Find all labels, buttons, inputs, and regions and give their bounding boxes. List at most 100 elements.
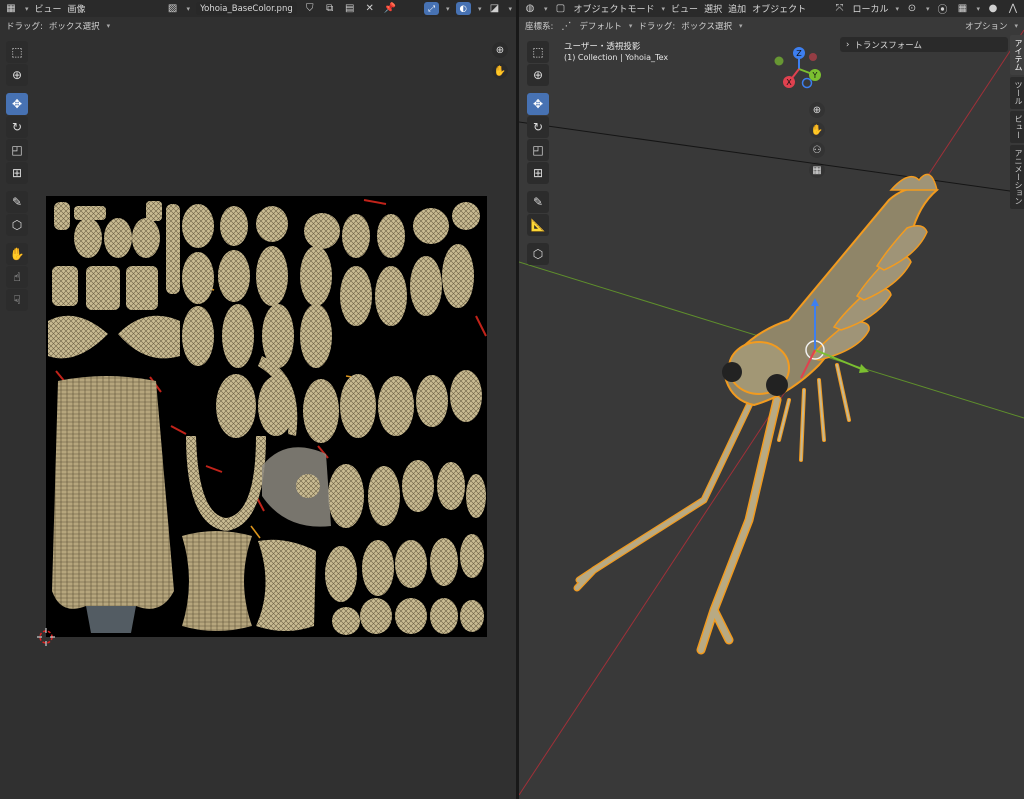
viewport-tool-settings: 座標系: ⋰ デフォルト ▾ ドラッグ: ボックス選択 ▾ オプション ▾: [519, 17, 1024, 35]
orientation-icon: ⋰: [561, 20, 572, 32]
chevron-down-icon: ▾: [661, 4, 666, 13]
scale-tool[interactable]: ◰: [6, 139, 28, 161]
2d-cursor-icon[interactable]: [37, 628, 55, 646]
gizmo-neg-x[interactable]: [809, 53, 817, 61]
grab-brush-tool[interactable]: ✋: [6, 243, 28, 265]
menu-view[interactable]: ビュー: [671, 2, 698, 15]
editor-type-icon[interactable]: ▦: [4, 2, 18, 15]
gizmo-toggle-button[interactable]: ⤢: [424, 2, 440, 15]
tab-animation[interactable]: アニメーション: [1010, 145, 1024, 209]
annotate-tool[interactable]: ✎: [6, 191, 28, 213]
menu-select[interactable]: 選択: [704, 2, 722, 15]
select-box-tool[interactable]: ⬚: [6, 41, 28, 63]
transform-tool[interactable]: ⊞: [527, 162, 549, 184]
transform-tool[interactable]: ⊞: [6, 162, 28, 184]
chevron-down-icon: ▾: [739, 22, 743, 30]
uv-texture-canvas[interactable]: [46, 196, 487, 637]
chevron-down-icon: ▾: [106, 22, 111, 30]
falloff-icon[interactable]: ⋀: [1006, 2, 1020, 15]
gizmo-neg-z[interactable]: [801, 77, 813, 89]
unlink-close-icon[interactable]: ✕: [363, 2, 377, 15]
move-tool[interactable]: ✥: [527, 93, 549, 115]
drag-mode-dropdown[interactable]: ボックス選択: [681, 20, 732, 32]
sidebar-tabs: アイテム ツール ビュー アニメーション: [1010, 35, 1024, 209]
image-browse-icon[interactable]: ▨: [166, 2, 180, 15]
move-tool[interactable]: ✥: [6, 93, 28, 115]
transform-panel-header[interactable]: › トランスフォーム: [840, 37, 1008, 52]
drag-label: ドラッグ:: [638, 22, 676, 32]
add-cube-tool[interactable]: ⬡: [527, 243, 549, 265]
coord-dropdown[interactable]: デフォルト: [579, 20, 622, 32]
gizmo-neg-y[interactable]: [774, 56, 784, 66]
snap-icon[interactable]: ⦿: [935, 2, 949, 16]
pan-hand-icon[interactable]: ✋: [809, 122, 825, 138]
transform-orientation-icon: ⤧: [835, 3, 844, 14]
viewport-header: ◍ ▾ ▢ オブジェクトモード ▾ ビュー 選択 追加 オブジェクト ⤧ ローカル ▾…: [519, 0, 1024, 17]
transform-orientation-dropdown[interactable]: ローカル: [852, 2, 888, 15]
proportional-editing-icon[interactable]: ●: [986, 2, 1000, 15]
coord-label: 座標系:: [525, 22, 554, 32]
new-image-icon[interactable]: ⧉: [323, 2, 337, 15]
editor-type-icon[interactable]: ◍: [523, 2, 537, 15]
uv-layout-image: [48, 199, 487, 635]
zoom-icon[interactable]: ⊕: [809, 102, 825, 118]
relax-brush-tool[interactable]: ☝: [6, 266, 28, 288]
image-editor-area[interactable]: ▦ ▾ ビュー 画像 ▨ ▾ Yohoia_BaseColor.png ⛉ ⧉ ▤ …: [0, 0, 516, 799]
mode-dropdown[interactable]: オブジェクトモード: [574, 2, 655, 15]
collection-info-text: (1) Collection | Yohoia_Tex: [564, 53, 669, 62]
chevron-down-icon: ▾: [508, 4, 512, 13]
gizmo-z-label: Z: [796, 49, 802, 58]
pinch-brush-tool[interactable]: ☟: [6, 289, 28, 311]
chevron-down-icon: ▾: [1014, 22, 1018, 30]
annotate-tool[interactable]: ✎: [527, 191, 549, 213]
pan-hand-icon[interactable]: ✋: [492, 63, 508, 79]
image-editor-tool-settings: ドラッグ: ボックス選択 ▾: [0, 17, 516, 35]
zoom-icon[interactable]: ⊕: [492, 42, 508, 58]
menu-object[interactable]: オブジェクト: [752, 2, 806, 15]
drag-mode-dropdown[interactable]: ボックス選択: [49, 20, 100, 32]
options-dropdown[interactable]: オプション: [965, 20, 1008, 32]
display-channels-icon[interactable]: ◪: [487, 2, 501, 15]
yohoia-model[interactable]: [573, 173, 940, 655]
select-box-tool[interactable]: ⬚: [527, 41, 549, 63]
tab-view[interactable]: ビュー: [1010, 111, 1024, 143]
menu-image[interactable]: 画像: [68, 2, 86, 15]
snap-target-icon[interactable]: ▦: [955, 2, 969, 15]
pin-icon[interactable]: 📌: [383, 2, 397, 15]
perspective-grid-icon[interactable]: ▦: [809, 162, 825, 178]
chevron-down-icon: ▾: [544, 4, 548, 13]
cursor-tool[interactable]: ⊕: [6, 64, 28, 86]
pivot-point-icon[interactable]: ⊙: [905, 2, 919, 15]
uv-toolbar: ⬚ ⊕ ✥ ↻ ◰ ⊞ ✎ ⬡ ✋ ☝ ☟: [6, 41, 30, 311]
rip-region-tool[interactable]: ⬡: [6, 214, 28, 236]
measure-tool[interactable]: 📐: [527, 214, 549, 236]
tab-tool[interactable]: ツール: [1010, 77, 1024, 109]
chevron-down-icon: ▾: [925, 4, 930, 13]
open-image-icon[interactable]: ▤: [343, 2, 357, 15]
navigation-gizmo[interactable]: Z Y X: [771, 45, 827, 93]
fake-user-shield-icon[interactable]: ⛉: [303, 2, 317, 15]
chevron-down-icon: ▾: [477, 4, 482, 13]
image-name-field[interactable]: Yohoia_BaseColor.png: [196, 2, 297, 15]
chevron-down-icon: ▾: [628, 22, 633, 30]
image-editor-header: ▦ ▾ ビュー 画像 ▨ ▾ Yohoia_BaseColor.png ⛉ ⧉ ▤ …: [0, 0, 516, 17]
object-mode-icon: ▢: [555, 3, 566, 14]
chevron-down-icon: ▾: [895, 4, 899, 13]
overlay-toggle-button[interactable]: ◐: [455, 2, 471, 15]
cursor-tool[interactable]: ⊕: [527, 64, 549, 86]
menu-view[interactable]: ビュー: [35, 2, 62, 15]
3d-viewport-area[interactable]: ◍ ▾ ▢ オブジェクトモード ▾ ビュー 選択 追加 オブジェクト ⤧ ローカル ▾…: [519, 0, 1024, 799]
transform-panel-label: トランスフォーム: [854, 40, 922, 51]
rotate-tool[interactable]: ↻: [527, 116, 549, 138]
rotate-tool[interactable]: ↻: [6, 116, 28, 138]
gizmo-x-label: X: [786, 78, 792, 87]
chevron-down-icon: ▾: [976, 4, 980, 13]
chevron-right-icon: ›: [846, 39, 850, 50]
chevron-down-icon: ▾: [446, 4, 450, 13]
scale-tool[interactable]: ◰: [527, 139, 549, 161]
drag-label: ドラッグ:: [6, 22, 43, 32]
gizmo-y-label: Y: [812, 71, 818, 80]
camera-view-icon[interactable]: ⚇: [809, 142, 825, 158]
tab-item[interactable]: アイテム: [1010, 35, 1024, 75]
menu-add[interactable]: 追加: [728, 2, 746, 15]
